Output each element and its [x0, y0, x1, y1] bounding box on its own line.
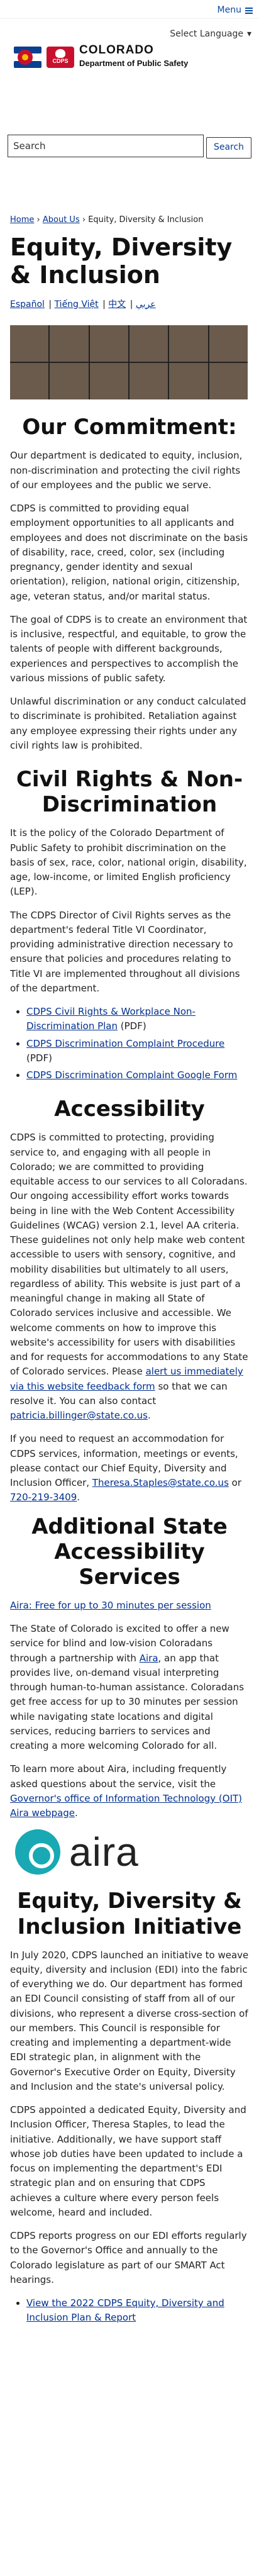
edi-p2: CDPS appointed a dedicated Equity, Diver… [10, 2104, 246, 2218]
list-item: CDPS Civil Rights & Workplace Non-Discri… [26, 1005, 249, 1034]
civil-p1: It is the policy of the Colorado Departm… [10, 827, 247, 898]
org-department: Department of Public Safety [79, 58, 189, 68]
breadcrumb-home[interactable]: Home [10, 215, 34, 225]
translation-links: Español | Tiếng Việt | 中文 | عربي [10, 299, 156, 309]
billinger-email-link[interactable]: patricia.billinger@state.co.us [10, 1410, 148, 1421]
list-item: CDPS Discrimination Complaint Procedure … [26, 1037, 249, 1066]
breadcrumb: Home › About Us › Equity, Diversity & In… [10, 215, 204, 225]
org-name: COLORADO [79, 43, 154, 57]
main-content: Home › About Us › Equity, Diversity & In… [0, 214, 259, 2334]
breadcrumb-current: Equity, Diversity & Inclusion [88, 215, 204, 225]
state-accessibility-heading: Additional State Accessibility Services [31, 1514, 228, 1590]
language-bar: Select Language ▾ [0, 19, 259, 47]
language-select-label: Select Language [170, 29, 243, 39]
complaint-procedure-link[interactable]: CDPS Discrimination Complaint Procedure [26, 1038, 224, 1049]
breadcrumb-about[interactable]: About Us [43, 215, 80, 225]
search-bar: Search Search [8, 135, 251, 162]
edi-p1: In July 2020, CDPS launched an initiativ… [10, 1949, 249, 2092]
commitment-p1: Our department is dedicated to equity, i… [10, 450, 243, 491]
logo-text: COLORADO Department of Public Safety [79, 43, 189, 70]
aira-free-link[interactable]: Aira: Free for up to 30 minutes per sess… [10, 1600, 211, 1611]
hamburger-icon [245, 6, 253, 15]
complaint-form-link[interactable]: CDPS Discrimination Complaint Google For… [26, 1069, 237, 1081]
search-button[interactable]: Search [206, 137, 251, 159]
aira-logo-icon [15, 1829, 60, 1875]
menu-label: Menu [217, 5, 241, 15]
accessibility-heading: Accessibility [54, 1096, 205, 1122]
lang-chinese-link[interactable]: 中文 [108, 299, 126, 309]
language-select[interactable]: Select Language ▾ [170, 28, 251, 42]
search-input[interactable]: Search [8, 135, 204, 157]
commitment-p3: The goal of CDPS is to create an environ… [10, 613, 248, 684]
aira-logo: aira [15, 1829, 249, 1875]
civil-rights-heading: Civil Rights & Non-Discrimination [16, 767, 243, 818]
oit-aira-link[interactable]: Governor's office of Information Technol… [10, 1793, 242, 1819]
accessibility-p2: If you need to request an accommodation … [10, 1433, 242, 1503]
badge-text: CDPS [52, 57, 69, 64]
lang-spanish-link[interactable]: Español [10, 299, 45, 309]
aira-p2: To learn more about Aira, including freq… [10, 1763, 243, 1819]
page-title: Equity, Diversity & Inclusion [10, 233, 233, 289]
pdf-label: (PDF) [26, 1052, 52, 1064]
cdps-badge-icon: CDPS [47, 46, 74, 68]
pdf-label: (PDF) [118, 1020, 146, 1032]
nondiscrimination-plan-link[interactable]: CDPS Civil Rights & Workplace Non-Discri… [26, 1006, 196, 1032]
edi-heading: Equity, Diversity & Inclusion Initiative [17, 1888, 242, 1939]
chevron-down-icon: ▾ [246, 29, 251, 39]
commitment-heading: Our Commitment: [22, 415, 237, 440]
list-item: View the 2022 CDPS Equity, Diversity and… [26, 2296, 249, 2326]
list-item: CDPS Discrimination Complaint Google For… [26, 1068, 249, 1083]
commitment-p4: Unlawful discrimination or any conduct c… [10, 696, 246, 751]
commitment-p2: CDPS is committed to providing equal emp… [10, 503, 248, 602]
lang-vietnamese-link[interactable]: Tiếng Việt [55, 299, 99, 309]
edi-links-list: View the 2022 CDPS Equity, Diversity and… [26, 2296, 249, 2326]
edi-plan-link[interactable]: View the 2022 CDPS Equity, Diversity and… [26, 2297, 224, 2323]
aira-p1: The State of Colorado is excited to offe… [10, 1623, 245, 1752]
aira-link[interactable]: Aira [140, 1653, 158, 1664]
lang-arabic-link[interactable]: عربي [136, 299, 156, 309]
edi-p3: CDPS reports progress on our EDI efforts… [10, 2230, 247, 2285]
colorado-flag-icon [14, 46, 41, 68]
menu-button[interactable]: Menu [218, 4, 253, 18]
top-bar: Menu [0, 0, 259, 19]
accessibility-p1: CDPS is committed to protecting, providi… [10, 1132, 248, 1422]
cdps-logo[interactable]: CDPS COLORADO Department of Public Safet… [14, 43, 189, 70]
civil-links-list: CDPS Civil Rights & Workplace Non-Discri… [26, 1005, 249, 1083]
staples-email-link[interactable]: Theresa.Staples@state.co.us [92, 1477, 229, 1488]
aira-logo-word: aira [69, 1829, 139, 1875]
staff-photo-collage [10, 325, 248, 400]
civil-p2: The CDPS Director of Civil Rights serves… [10, 909, 240, 994]
phone-link[interactable]: 720-219-3409 [10, 1492, 77, 1503]
